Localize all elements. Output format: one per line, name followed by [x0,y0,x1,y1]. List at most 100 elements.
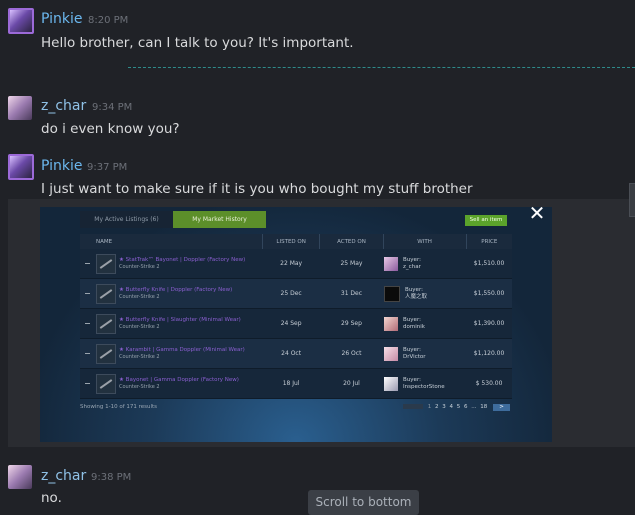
buyer-cell: Buyer: DrVictor [383,338,467,369]
acted-on: 26 Oct [319,338,384,369]
next-page-button[interactable]: > [493,404,510,411]
page-link[interactable]: 6 [464,404,468,410]
avatar[interactable] [8,154,34,180]
avatar[interactable] [8,8,34,34]
item-name[interactable]: ★ Karambit | Gamma Doppler (Minimal Wear… [119,347,245,354]
column-header: NAME [80,234,263,249]
buyer-label: Buyer: [403,316,421,323]
message-text: no. [41,490,62,506]
buyer-label: Buyer: [403,346,421,353]
message-text: do i even know you? [41,121,180,137]
page-link[interactable]: 18 [480,404,487,410]
sell-item-button[interactable]: Sell an item [465,215,507,226]
results-count: Showing 1-10 of 171 results [80,404,158,410]
bullet-icon [85,353,90,354]
listed-on: 24 Sep [262,308,320,339]
item-game: Counter-Strike 2 [119,353,160,360]
avatar[interactable] [384,256,399,271]
price: $1,120.00 [466,338,512,369]
table-row[interactable]: ★ Karambit | Gamma Doppler (Minimal Wear… [80,338,512,369]
message-time: 9:34 PM [92,102,133,113]
bullet-icon [85,293,90,294]
acted-on: 20 Jul [319,368,384,399]
page-link[interactable]: 4 [450,404,454,410]
table-row[interactable]: ★ StatTrak™ Bayonet | Doppler (Factory N… [80,249,512,279]
item-cell: ★ Butterfly Knife | Doppler (Factory New… [80,278,263,309]
item-game: Counter-Strike 2 [119,263,160,270]
column-header: WITH [383,234,467,249]
buyer-label: Buyer: [403,376,421,383]
sender-name[interactable]: Pinkie [41,158,83,174]
page-ellipsis: ... [471,404,477,410]
price: $ 530.00 [466,368,512,399]
knife-icon [96,283,116,304]
item-name[interactable]: ★ Butterfly Knife | Doppler (Factory New… [119,287,232,294]
acted-on: 25 May [319,249,384,279]
item-game: Counter-Strike 2 [119,383,160,390]
message-text: I just want to make sure if it is you wh… [41,181,473,197]
avatar[interactable] [384,376,399,391]
column-header: ACTED ON [319,234,384,249]
item-game: Counter-Strike 2 [119,293,160,300]
column-header: PRICE [466,234,512,249]
avatar[interactable] [384,346,399,361]
item-cell: ★ StatTrak™ Bayonet | Doppler (Factory N… [80,249,263,279]
item-cell: ★ Karambit | Gamma Doppler (Minimal Wear… [80,338,263,369]
buyer-cell: Buyer: 人魔之取 [383,278,467,309]
message-time: 9:37 PM [87,162,128,173]
item-name[interactable]: ★ Bayonet | Gamma Doppler (Factory New) [119,377,239,384]
market-history-table: NAME LISTED ON ACTED ON WITH PRICE ★ Sta… [80,234,512,399]
page-link[interactable]: 3 [442,404,446,410]
scrollbar[interactable] [629,183,635,217]
scroll-to-bottom-button[interactable]: Scroll to bottom [308,490,419,515]
prev-page-button[interactable] [403,404,423,409]
buyer-label: Buyer: [403,256,421,263]
knife-icon [96,253,116,274]
tab-active-listings[interactable]: My Active Listings (6) [80,211,173,228]
column-header: LISTED ON [262,234,321,249]
buyer-label: Buyer: [405,286,423,293]
buyer-name[interactable]: InspectorStone [403,384,445,391]
table-row[interactable]: ★ Bayonet | Gamma Doppler (Factory New) C… [80,368,512,399]
item-name[interactable]: ★ StatTrak™ Bayonet | Doppler (Factory N… [119,257,245,264]
buyer-name[interactable]: DrVictor [403,354,425,361]
sender-name[interactable]: z_char [41,98,86,114]
buyer-cell: Buyer: dominik [383,308,467,339]
avatar[interactable] [8,465,32,489]
table-row[interactable]: ★ Butterfly Knife | Slaughter (Minimal W… [80,308,512,339]
message-time: 8:20 PM [88,15,129,26]
price: $1,390.00 [466,308,512,339]
page-link[interactable]: 1 [428,404,432,410]
item-game: Counter-Strike 2 [119,323,160,330]
sender-name[interactable]: z_char [41,468,86,484]
buyer-name[interactable]: 人魔之取 [405,294,427,301]
buyer-name[interactable]: z_char [403,264,421,271]
sender-name[interactable]: Pinkie [41,11,83,27]
close-icon[interactable]: ✕ [527,207,547,223]
acted-on: 29 Sep [319,308,384,339]
avatar[interactable] [8,96,32,120]
divider [128,67,635,68]
price: $1,510.00 [466,249,512,279]
pagination: 1 2 3 4 5 6 ... 18 > [402,404,511,411]
tab-market-history[interactable]: My Market History [173,211,266,228]
avatar[interactable] [384,285,401,302]
avatar[interactable] [384,316,399,331]
message-time: 9:38 PM [91,472,132,483]
buyer-name[interactable]: dominik [403,324,425,331]
buyer-cell: Buyer: InspectorStone [383,368,467,399]
item-name[interactable]: ★ Butterfly Knife | Slaughter (Minimal W… [119,317,241,324]
item-cell: ★ Butterfly Knife | Slaughter (Minimal W… [80,308,263,339]
table-row[interactable]: ★ Butterfly Knife | Doppler (Factory New… [80,278,512,309]
market-history-screenshot[interactable]: My Active Listings (6) My Market History… [40,207,552,442]
bullet-icon [85,323,90,324]
item-cell: ★ Bayonet | Gamma Doppler (Factory New) C… [80,368,263,399]
listed-on: 18 Jul [262,368,320,399]
buyer-cell: Buyer: z_char [383,249,467,279]
listed-on: 24 Oct [262,338,320,369]
price: $1,550.00 [466,278,512,309]
page-link[interactable]: 5 [457,404,461,410]
listed-on: 22 May [262,249,320,279]
knife-icon [96,313,116,334]
page-link[interactable]: 2 [435,404,439,410]
